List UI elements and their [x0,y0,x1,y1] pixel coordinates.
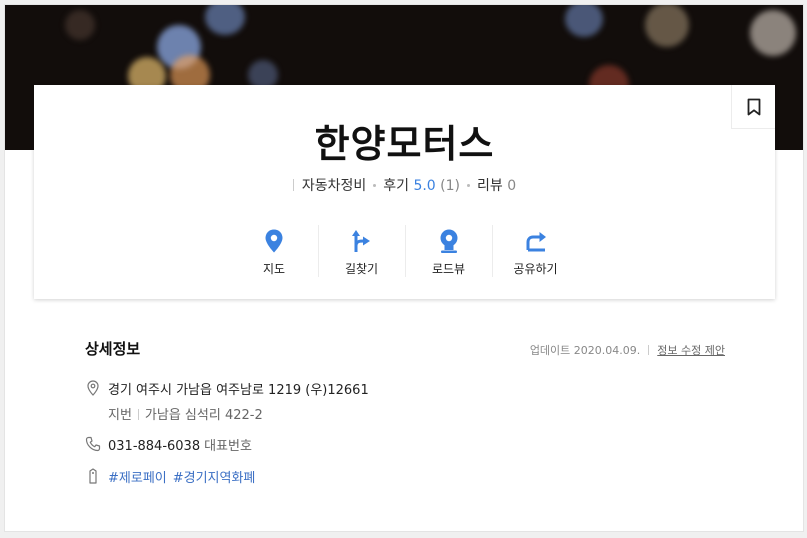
share-button[interactable]: 공유하기 [491,225,579,277]
divider [648,345,650,355]
detail-header: 상세정보 업데이트 2020.04.09. 정보 수정 제안 [85,338,725,359]
review-count[interactable]: (1) [440,178,460,194]
blog-review-count[interactable]: 0 [507,178,516,194]
directions-button[interactable]: 길찾기 [317,225,405,277]
lot-label: 지번 [108,408,132,423]
dot-separator [467,184,471,187]
share-label: 공유하기 [513,262,558,276]
suggest-edit-link[interactable]: 정보 수정 제안 [657,344,725,357]
phone-type: 대표번호 [204,439,252,454]
lot-address-line: 지번 가남읍 심석리 422-2 [108,404,725,423]
place-panel: 한양모터스 자동차정비 후기 5.0 (1) 리뷰 0 지도 길찾기 로드뷰 공… [4,4,804,532]
place-summary-card: 한양모터스 자동차정비 후기 5.0 (1) 리뷰 0 지도 길찾기 로드뷰 공… [34,85,775,299]
update-info: 업데이트 2020.04.09. 정보 수정 제안 [530,342,725,358]
detail-title: 상세정보 [85,340,141,358]
phone-row: 031-884-6038 대표번호 [85,435,725,454]
place-meta: 자동차정비 후기 5.0 (1) 리뷰 0 [34,175,775,195]
roadview-icon [440,229,457,253]
detail-section: 상세정보 업데이트 2020.04.09. 정보 수정 제안 경기 여주시 가남읍… [85,338,725,486]
blog-review-label[interactable]: 리뷰 [477,178,503,194]
roadview-label: 로드뷰 [431,262,466,276]
phone-number[interactable]: 031-884-6038 [108,439,200,454]
tag-link[interactable]: #경기지역화폐 [173,471,256,486]
tag-link[interactable]: #제로페이 [108,471,167,486]
map-label: 지도 [262,262,286,276]
tags-row: #제로페이 #경기지역화폐 [85,467,725,486]
action-bar: 지도 길찾기 로드뷰 공유하기 [34,225,775,277]
tag-icon [89,468,97,484]
map-button[interactable]: 지도 [231,225,318,277]
location-icon [87,380,99,396]
address-row: 경기 여주시 가남읍 여주남로 1219 (우)12661 지번 가남읍 심석리 … [85,379,725,423]
directions-icon [351,230,370,252]
divider [137,409,139,420]
update-date: 업데이트 2020.04.09. [529,344,641,357]
road-address[interactable]: 경기 여주시 가남읍 여주남로 1219 (우)12661 [108,379,725,398]
directions-label: 길찾기 [344,262,379,276]
divider [292,179,294,191]
roadview-button[interactable]: 로드뷰 [404,225,492,277]
review-label[interactable]: 후기 [383,178,409,194]
phone-icon [85,436,101,452]
dot-separator [373,184,377,187]
share-icon [526,232,546,252]
rating-value[interactable]: 5.0 [413,178,435,194]
place-name: 한양모터스 [314,122,495,166]
map-pin-icon [265,229,283,253]
place-category: 자동차정비 [301,178,367,194]
lot-address: 가남읍 심석리 422-2 [144,408,263,423]
